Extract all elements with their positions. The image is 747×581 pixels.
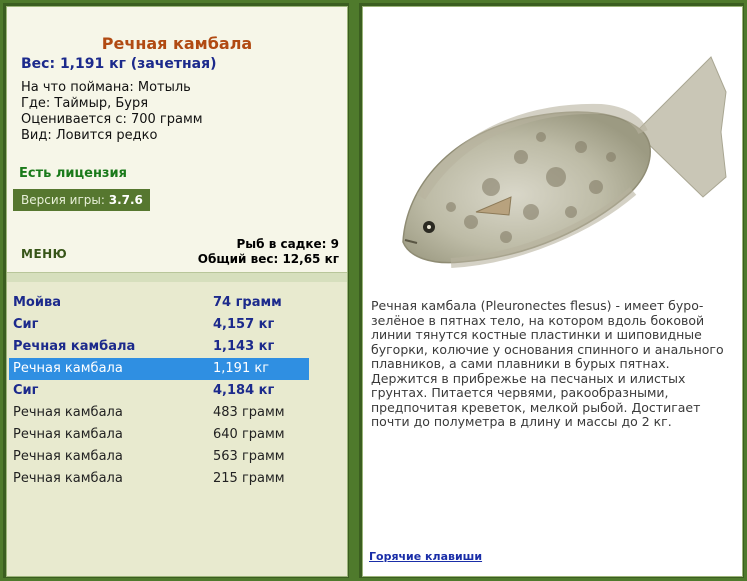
fish-title: Речная камбала	[101, 34, 253, 53]
fish-weight-cell: 563 грамм	[213, 449, 285, 464]
version-label: Версия игры:	[21, 193, 105, 207]
list-item[interactable]: Речная камбала 1,143 кг	[9, 336, 309, 358]
license-status: Есть лицензия	[19, 166, 127, 181]
fish-name: Сиг	[13, 317, 39, 332]
fish-weight-cell: 1,143 кг	[213, 339, 275, 354]
fish-weight-cell: 215 грамм	[213, 471, 285, 486]
cage-stats: Рыб в садке: 9 Общий вес: 12,65 кг	[198, 237, 339, 267]
list-item[interactable]: Мойва 74 грамм	[9, 292, 309, 314]
fish-name: Речная камбала	[13, 471, 123, 486]
total-weight: Общий вес: 12,65 кг	[197, 252, 339, 266]
fish-weight-cell: 1,191 кг	[213, 361, 270, 376]
fish-weight-cell: 640 грамм	[213, 427, 285, 442]
version-badge: Версия игры: 3.7.6	[13, 189, 150, 211]
valued-info: Оценивается с: 700 грамм	[21, 112, 203, 127]
list-item[interactable]: Сиг 4,157 кг	[9, 314, 309, 336]
fish-name: Речная камбала	[13, 405, 123, 420]
flounder-image	[402, 56, 727, 268]
list-item[interactable]: Речная камбала 1,191 кг	[9, 358, 309, 380]
fish-weight-cell: 4,184 кг	[213, 383, 275, 398]
fish-name: Мойва	[13, 295, 61, 310]
fish-name: Речная камбала	[13, 361, 123, 376]
list-item[interactable]: Сиг 4,184 кг	[9, 380, 309, 402]
hotkeys-link[interactable]: Горячие клавиши	[369, 550, 482, 563]
list-item[interactable]: Речная камбала 640 грамм	[9, 424, 309, 446]
fish-weight-cell: 74 грамм	[213, 295, 282, 310]
list-separator	[7, 272, 347, 282]
list-item[interactable]: Речная камбала 563 грамм	[9, 446, 309, 468]
kind-info: Вид: Ловится редко	[21, 128, 158, 143]
fish-name: Сиг	[13, 383, 39, 398]
list-item[interactable]: Речная камбала 215 грамм	[9, 468, 309, 490]
list-item[interactable]: Речная камбала 483 грамм	[9, 402, 309, 424]
fish-name: Речная камбала	[13, 449, 123, 464]
fish-count: Рыб в садке: 9	[236, 237, 340, 251]
menu-button[interactable]: МЕНЮ	[21, 247, 67, 261]
bait-info: На что поймана: Мотыль	[21, 80, 191, 95]
fish-name: Речная камбала	[13, 339, 136, 354]
catch-info-panel: Речная камбала Вес: 1,191 кг (зачетная) …	[6, 6, 348, 577]
version-value: 3.7.6	[108, 193, 143, 207]
fish-list: Мойва 74 грамм Сиг 4,157 кг Речная камба…	[7, 282, 347, 576]
fish-weight: Вес: 1,191 кг (зачетная)	[21, 56, 217, 72]
fish-description: Речная камбала (Pleuronectes flesus) - и…	[371, 298, 724, 429]
fish-name: Речная камбала	[13, 427, 123, 442]
fish-weight-cell: 483 грамм	[213, 405, 285, 420]
fish-weight-cell: 4,157 кг	[213, 317, 275, 332]
fish-details-panel: Речная камбала (Pleuronectes flesus) - и…	[362, 6, 743, 577]
location-info: Где: Таймыр, Буря	[21, 96, 149, 111]
